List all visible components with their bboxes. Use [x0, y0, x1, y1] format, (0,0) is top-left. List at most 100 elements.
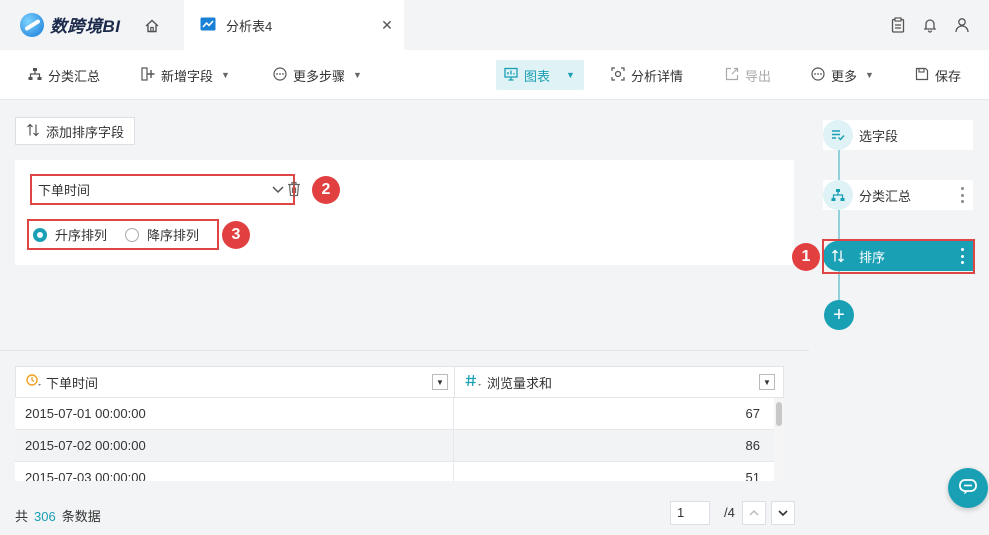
trash-icon[interactable] — [287, 181, 303, 199]
close-icon[interactable]: ✕ — [378, 16, 396, 34]
ascending-label: 升序排列 — [55, 228, 108, 243]
save-icon — [915, 67, 929, 84]
more-circle-icon — [273, 66, 287, 84]
step-badge-1: 1 — [792, 243, 820, 271]
radio-checked-icon — [33, 227, 47, 242]
table-footer: 共 306 条数据 1 /4 — [0, 482, 809, 535]
add-column-icon — [141, 66, 155, 84]
cell-order-time: 2015-07-01 00:00:00 — [15, 398, 454, 429]
add-field-label: 新增字段 — [161, 68, 214, 84]
chart-button[interactable]: 图表 ▼ — [496, 60, 584, 90]
list-check-icon — [823, 120, 853, 150]
scan-icon — [611, 66, 625, 84]
app-logo[interactable]: 数跨境BI — [20, 12, 121, 37]
hierarchy-icon — [823, 180, 853, 210]
caret-down-icon: ▼ — [566, 70, 575, 80]
table-row[interactable]: 2015-07-01 00:00:00 67 — [15, 398, 784, 430]
group-summary-label: 分类汇总 — [48, 68, 101, 84]
table-row[interactable]: 2015-07-03 00:00:00 51 — [15, 462, 784, 481]
sort-config-panel: 下单时间 2 升序排列 降序排列 3 — [15, 160, 794, 265]
more-circle-icon — [811, 66, 825, 84]
highlight-frame — [822, 239, 975, 274]
column-dropdown-icon[interactable]: ▼ — [759, 374, 775, 390]
clock-icon — [26, 373, 42, 391]
add-sort-field-label: 添加排序字段 — [46, 124, 125, 140]
caret-down-icon: ▼ — [353, 70, 362, 80]
user-icon[interactable] — [953, 14, 971, 36]
step-group-summary[interactable]: 分类汇总 — [823, 180, 973, 210]
chevron-down-icon — [778, 510, 788, 517]
caret-down-icon: ▼ — [221, 70, 230, 80]
analysis-detail-label: 分析详情 — [631, 68, 684, 84]
export-button[interactable]: 导出 — [717, 60, 779, 90]
column-dropdown-icon[interactable]: ▼ — [432, 374, 448, 390]
bell-icon[interactable] — [921, 14, 939, 36]
add-field-button[interactable]: 新增字段 ▼ — [133, 60, 238, 90]
step-label: 分类汇总 — [859, 188, 912, 204]
more-label: 更多 — [831, 68, 858, 84]
descending-radio[interactable]: 降序排列 — [125, 225, 199, 244]
hash-icon — [465, 374, 483, 391]
chart-label: 图表 — [524, 68, 551, 84]
chat-support-button[interactable] — [948, 468, 988, 508]
more-button[interactable]: 更多 ▼ — [803, 60, 882, 90]
flow-connector — [838, 135, 840, 315]
cell-order-time: 2015-07-03 00:00:00 — [15, 462, 454, 481]
step-badge-2: 2 — [312, 176, 340, 204]
chevron-down-icon — [271, 182, 285, 199]
scrollbar-thumb[interactable] — [776, 402, 782, 426]
column-label: 下单时间 — [46, 375, 99, 391]
step-select-fields[interactable]: 选字段 — [823, 120, 973, 150]
chat-icon — [958, 478, 978, 499]
add-sort-field-button[interactable]: 添加排序字段 — [15, 117, 136, 145]
descending-label: 降序排列 — [147, 228, 200, 243]
export-label: 导出 — [745, 68, 772, 84]
page-number-input[interactable]: 1 — [670, 501, 710, 525]
save-button[interactable]: 保存 — [907, 60, 969, 90]
sort-field-select[interactable]: 下单时间 — [30, 174, 295, 205]
table-row[interactable]: 2015-07-02 00:00:00 86 — [15, 430, 784, 462]
top-bar: 数跨境BI 分析表4 ✕ — [0, 0, 989, 50]
cell-views-sum: 51 — [745, 470, 760, 481]
chevron-up-icon — [749, 509, 759, 516]
sort-order-group: 升序排列 降序排列 — [27, 219, 219, 250]
home-icon[interactable] — [140, 14, 164, 38]
ascending-radio[interactable]: 升序排列 — [33, 225, 107, 244]
next-page-button[interactable] — [771, 501, 795, 525]
logo-icon — [20, 12, 44, 37]
analysis-detail-button[interactable]: 分析详情 — [603, 60, 691, 90]
logo-text: 数跨境BI — [50, 17, 121, 36]
more-steps-label: 更多步骤 — [293, 68, 346, 84]
tab-label: 分析表4 — [226, 18, 273, 34]
kebab-menu-icon[interactable] — [959, 187, 965, 203]
total-count: 306 — [34, 509, 56, 524]
page-total: /4 — [724, 505, 735, 520]
prev-page-button[interactable] — [742, 501, 766, 525]
save-label: 保存 — [935, 68, 962, 84]
caret-down-icon: ▼ — [865, 70, 874, 80]
cell-order-time: 2015-07-02 00:00:00 — [15, 430, 454, 461]
total-count-text: 共 306 条数据 — [15, 506, 101, 525]
more-steps-button[interactable]: 更多步骤 ▼ — [265, 60, 370, 90]
tab-analysis-sheet[interactable]: 分析表4 ✕ — [184, 0, 404, 50]
column-header-views-sum[interactable]: 浏览量求和 ▼ — [455, 367, 783, 397]
trend-chart-icon — [200, 17, 216, 34]
cell-views-sum: 86 — [745, 438, 760, 453]
step-label: 选字段 — [859, 128, 899, 144]
cell-views-sum: 67 — [745, 406, 760, 421]
column-header-order-time[interactable]: 下单时间 ▼ — [16, 367, 455, 397]
export-icon — [725, 67, 739, 84]
total-prefix: 共 — [15, 509, 29, 524]
table-header: 下单时间 ▼ 浏览量求和 ▼ — [15, 366, 784, 398]
total-suffix: 条数据 — [61, 509, 101, 524]
column-label: 浏览量求和 — [487, 375, 553, 391]
presentation-chart-icon — [504, 67, 518, 84]
sort-field-value: 下单时间 — [38, 183, 91, 198]
clipboard-icon[interactable] — [889, 14, 907, 36]
divider — [0, 350, 809, 351]
plus-icon: + — [833, 303, 845, 326]
main-area: 添加排序字段 下单时间 2 升序排列 降序排列 3 下单时间 ▼ 浏览量求和 ▼… — [0, 100, 809, 535]
add-step-button[interactable]: + — [824, 300, 854, 330]
table-scrollbar[interactable] — [774, 398, 784, 481]
group-summary-button[interactable]: 分类汇总 — [20, 60, 108, 90]
